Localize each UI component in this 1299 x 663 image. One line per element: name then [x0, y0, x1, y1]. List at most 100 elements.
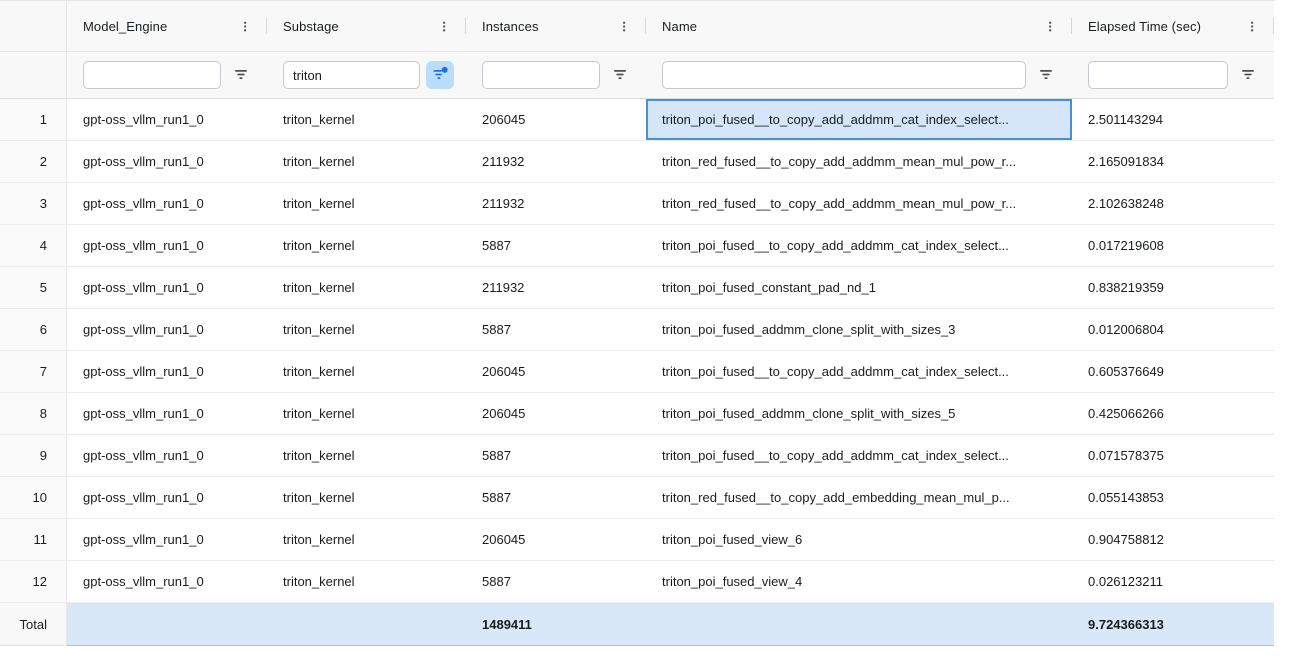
column-header-substage[interactable]: Substage — [267, 1, 466, 51]
row-number: 8 — [0, 393, 67, 434]
cell-name[interactable]: triton_poi_fused__to_copy_add_addmm_cat_… — [646, 225, 1072, 266]
filter-active-icon — [432, 66, 448, 85]
column-menu-icon[interactable] — [1243, 14, 1261, 38]
table-row: 2gpt-oss_vllm_run1_0triton_kernel211932t… — [0, 141, 1274, 183]
row-number: 11 — [0, 519, 67, 560]
cell-substage[interactable]: triton_kernel — [267, 99, 466, 140]
data-grid: Model_Engine SubstageInstancesNameElapsed… — [0, 0, 1274, 646]
cell-elapsed[interactable]: 0.838219359 — [1072, 267, 1274, 308]
cell-substage[interactable]: triton_kernel — [267, 141, 466, 182]
cell-elapsed[interactable]: 0.071578375 — [1072, 435, 1274, 476]
cell-substage[interactable]: triton_kernel — [267, 225, 466, 266]
cell-name[interactable]: triton_poi_fused_view_6 — [646, 519, 1072, 560]
column-header-instances[interactable]: Instances — [466, 1, 646, 51]
cell-name[interactable]: triton_poi_fused_view_4 — [646, 561, 1072, 602]
cell-instances[interactable]: 206045 — [466, 519, 646, 560]
cell-name[interactable]: triton_poi_fused_constant_pad_nd_1 — [646, 267, 1072, 308]
filter-cell-substage — [267, 52, 466, 98]
filter-button-elapsed[interactable] — [1234, 61, 1262, 89]
table-row: 11gpt-oss_vllm_run1_0triton_kernel206045… — [0, 519, 1274, 561]
cell-substage[interactable]: triton_kernel — [267, 309, 466, 350]
cell-instances[interactable]: 211932 — [466, 141, 646, 182]
column-menu-icon[interactable] — [236, 14, 254, 38]
cell-instances[interactable]: 211932 — [466, 183, 646, 224]
cell-name[interactable]: triton_poi_fused__to_copy_add_addmm_cat_… — [646, 435, 1072, 476]
cell-instances[interactable]: 211932 — [466, 267, 646, 308]
cell-model_engine[interactable]: gpt-oss_vllm_run1_0 — [67, 477, 267, 518]
filter-cell-instances — [466, 52, 646, 98]
table-row: 8gpt-oss_vllm_run1_0triton_kernel206045t… — [0, 393, 1274, 435]
filter-input-name[interactable] — [662, 61, 1026, 89]
cell-name[interactable]: triton_red_fused__to_copy_add_embedding_… — [646, 477, 1072, 518]
column-header-name[interactable]: Name — [646, 1, 1072, 51]
row-number: 7 — [0, 351, 67, 392]
filter-input-model_engine[interactable] — [83, 61, 221, 89]
cell-model_engine[interactable]: gpt-oss_vllm_run1_0 — [67, 519, 267, 560]
column-menu-icon[interactable] — [1041, 14, 1059, 38]
cell-substage[interactable]: triton_kernel — [267, 435, 466, 476]
table-row: 6gpt-oss_vllm_run1_0triton_kernel5887tri… — [0, 309, 1274, 351]
cell-elapsed[interactable]: 0.026123211 — [1072, 561, 1274, 602]
cell-name[interactable]: triton_red_fused__to_copy_add_addmm_mean… — [646, 183, 1072, 224]
cell-model_engine[interactable]: gpt-oss_vllm_run1_0 — [67, 435, 267, 476]
cell-instances[interactable]: 5887 — [466, 561, 646, 602]
cell-name[interactable]: triton_poi_fused_addmm_clone_split_with_… — [646, 309, 1072, 350]
selected-cell[interactable]: triton_poi_fused__to_copy_add_addmm_cat_… — [646, 99, 1072, 140]
filter-button-name[interactable] — [1032, 61, 1060, 89]
table-row: 9gpt-oss_vllm_run1_0triton_kernel5887tri… — [0, 435, 1274, 477]
cell-substage[interactable]: triton_kernel — [267, 393, 466, 434]
cell-model_engine[interactable]: gpt-oss_vllm_run1_0 — [67, 267, 267, 308]
cell-model_engine[interactable]: gpt-oss_vllm_run1_0 — [67, 351, 267, 392]
filter-cell-name — [646, 52, 1072, 98]
filter-button-model_engine[interactable] — [227, 61, 255, 89]
column-header-model_engine[interactable]: Model_Engine — [67, 1, 267, 51]
cell-elapsed[interactable]: 2.102638248 — [1072, 183, 1274, 224]
cell-model_engine[interactable]: gpt-oss_vllm_run1_0 — [67, 183, 267, 224]
cell-elapsed[interactable]: 0.605376649 — [1072, 351, 1274, 392]
cell-model_engine[interactable]: gpt-oss_vllm_run1_0 — [67, 225, 267, 266]
row-number: 9 — [0, 435, 67, 476]
table-row: 4gpt-oss_vllm_run1_0triton_kernel5887tri… — [0, 225, 1274, 267]
cell-elapsed[interactable]: 0.055143853 — [1072, 477, 1274, 518]
filter-button-instances[interactable] — [606, 61, 634, 89]
cell-name[interactable]: triton_poi_fused__to_copy_add_addmm_cat_… — [646, 351, 1072, 392]
cell-substage[interactable]: triton_kernel — [267, 519, 466, 560]
cell-substage[interactable]: triton_kernel — [267, 183, 466, 224]
total-label: Total — [0, 603, 67, 646]
row-number-filter-cell — [0, 52, 67, 98]
cell-instances[interactable]: 206045 — [466, 393, 646, 434]
column-header-label: Model_Engine — [83, 19, 236, 34]
cell-name[interactable]: triton_poi_fused_addmm_clone_split_with_… — [646, 393, 1072, 434]
cell-instances[interactable]: 5887 — [466, 477, 646, 518]
cell-model_engine[interactable]: gpt-oss_vllm_run1_0 — [67, 309, 267, 350]
filter-input-elapsed[interactable] — [1088, 61, 1228, 89]
cell-elapsed[interactable]: 0.017219608 — [1072, 225, 1274, 266]
cell-instances[interactable]: 5887 — [466, 435, 646, 476]
cell-instances[interactable]: 5887 — [466, 309, 646, 350]
cell-model_engine[interactable]: gpt-oss_vllm_run1_0 — [67, 393, 267, 434]
cell-elapsed[interactable]: 2.501143294 — [1072, 99, 1274, 140]
cell-substage[interactable]: triton_kernel — [267, 267, 466, 308]
column-header-elapsed[interactable]: Elapsed Time (sec) — [1072, 1, 1274, 51]
column-menu-icon[interactable] — [435, 14, 453, 38]
grid-filter-row — [0, 52, 1274, 99]
cell-elapsed[interactable]: 0.012006804 — [1072, 309, 1274, 350]
cell-elapsed[interactable]: 0.904758812 — [1072, 519, 1274, 560]
cell-substage[interactable]: triton_kernel — [267, 351, 466, 392]
cell-model_engine[interactable]: gpt-oss_vllm_run1_0 — [67, 141, 267, 182]
cell-instances[interactable]: 5887 — [466, 225, 646, 266]
cell-substage[interactable]: triton_kernel — [267, 561, 466, 602]
cell-elapsed[interactable]: 0.425066266 — [1072, 393, 1274, 434]
filter-input-instances[interactable] — [482, 61, 600, 89]
cell-substage[interactable]: triton_kernel — [267, 477, 466, 518]
cell-instances[interactable]: 206045 — [466, 99, 646, 140]
cell-instances[interactable]: 206045 — [466, 351, 646, 392]
cell-model_engine[interactable]: gpt-oss_vllm_run1_0 — [67, 99, 267, 140]
cell-elapsed[interactable]: 2.165091834 — [1072, 141, 1274, 182]
cell-model_engine[interactable]: gpt-oss_vllm_run1_0 — [67, 561, 267, 602]
table-row: 10gpt-oss_vllm_run1_0triton_kernel5887tr… — [0, 477, 1274, 519]
cell-name[interactable]: triton_red_fused__to_copy_add_addmm_mean… — [646, 141, 1072, 182]
filter-input-substage[interactable] — [283, 61, 420, 89]
filter-button-substage-active[interactable] — [426, 61, 454, 89]
column-menu-icon[interactable] — [615, 14, 633, 38]
